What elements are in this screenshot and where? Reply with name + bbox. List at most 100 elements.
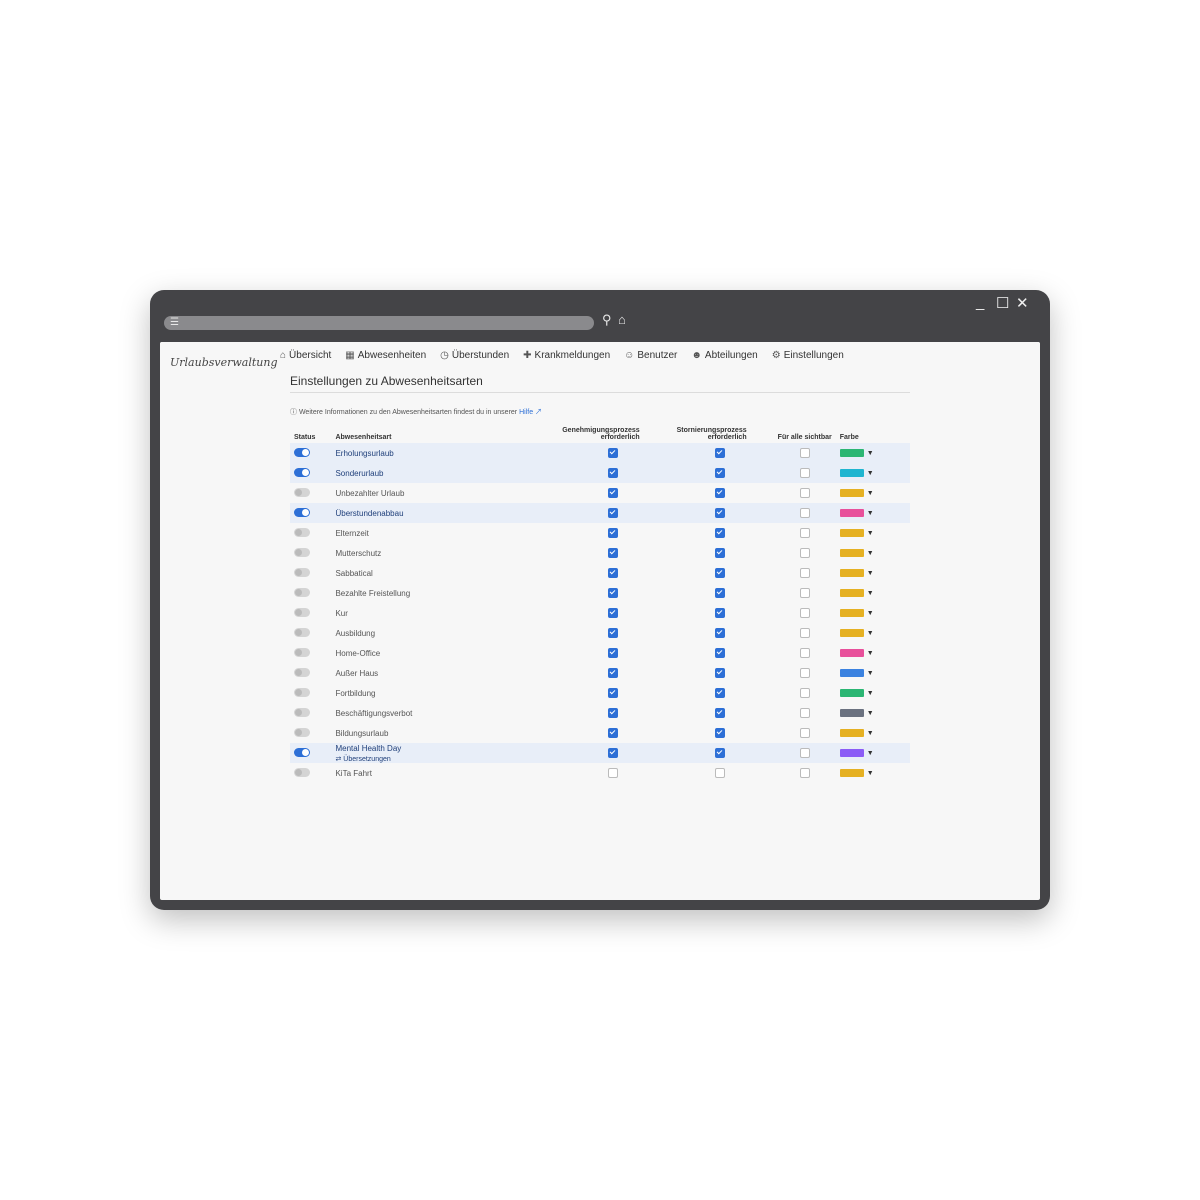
- home-icon[interactable]: ⌂: [618, 312, 626, 327]
- nav-item-3[interactable]: ✚ Krankmeldungen: [523, 350, 610, 361]
- approval-checkbox[interactable]: [607, 448, 618, 458]
- approval-checkbox[interactable]: [607, 608, 618, 618]
- color-swatch[interactable]: [839, 609, 864, 618]
- cancellation-checkbox[interactable]: [714, 448, 725, 458]
- visible-checkbox[interactable]: [799, 608, 810, 618]
- chevron-down-icon[interactable]: ▼: [867, 710, 874, 717]
- chevron-down-icon[interactable]: ▼: [867, 590, 874, 597]
- visible-checkbox[interactable]: [799, 648, 810, 658]
- cancellation-checkbox[interactable]: [714, 768, 725, 778]
- color-swatch[interactable]: [839, 469, 864, 478]
- maximize-button[interactable]: ☐: [996, 294, 1009, 312]
- cancellation-checkbox[interactable]: [714, 688, 725, 698]
- search-icon[interactable]: ⚲: [602, 312, 612, 328]
- visible-checkbox[interactable]: [799, 488, 810, 498]
- visible-checkbox[interactable]: [799, 508, 810, 518]
- status-toggle[interactable]: [294, 467, 310, 477]
- status-toggle[interactable]: [294, 527, 310, 537]
- status-toggle[interactable]: [294, 547, 310, 557]
- cancellation-checkbox[interactable]: [714, 648, 725, 658]
- visible-checkbox[interactable]: [799, 708, 810, 718]
- chevron-down-icon[interactable]: ▼: [867, 550, 874, 557]
- visible-checkbox[interactable]: [799, 468, 810, 478]
- color-swatch[interactable]: [839, 629, 864, 638]
- chevron-down-icon[interactable]: ▼: [867, 730, 874, 737]
- color-swatch[interactable]: [839, 729, 864, 738]
- status-toggle[interactable]: [294, 727, 310, 737]
- chevron-down-icon[interactable]: ▼: [867, 650, 874, 657]
- chevron-down-icon[interactable]: ▼: [867, 670, 874, 677]
- cancellation-checkbox[interactable]: [714, 488, 725, 498]
- chevron-down-icon[interactable]: ▼: [867, 470, 874, 477]
- status-toggle[interactable]: [294, 767, 310, 777]
- nav-item-5[interactable]: ☻ Abteilungen: [691, 350, 757, 361]
- settings-icon[interactable]: ☰: [170, 317, 179, 328]
- color-swatch[interactable]: [839, 509, 864, 518]
- approval-checkbox[interactable]: [607, 568, 618, 578]
- approval-checkbox[interactable]: [607, 748, 618, 758]
- color-swatch[interactable]: [839, 449, 864, 458]
- status-toggle[interactable]: [294, 487, 310, 497]
- chevron-down-icon[interactable]: ▼: [867, 770, 874, 777]
- color-swatch[interactable]: [839, 529, 864, 538]
- approval-checkbox[interactable]: [607, 688, 618, 698]
- color-swatch[interactable]: [839, 709, 864, 718]
- approval-checkbox[interactable]: [607, 588, 618, 598]
- cancellation-checkbox[interactable]: [714, 548, 725, 558]
- visible-checkbox[interactable]: [799, 528, 810, 538]
- status-toggle[interactable]: [294, 507, 310, 517]
- status-toggle[interactable]: [294, 707, 310, 717]
- visible-checkbox[interactable]: [799, 448, 810, 458]
- cancellation-checkbox[interactable]: [714, 568, 725, 578]
- chevron-down-icon[interactable]: ▼: [867, 690, 874, 697]
- nav-item-0[interactable]: ⌂ Übersicht: [280, 350, 331, 361]
- approval-checkbox[interactable]: [607, 668, 618, 678]
- cancellation-checkbox[interactable]: [714, 588, 725, 598]
- approval-checkbox[interactable]: [607, 728, 618, 738]
- approval-checkbox[interactable]: [607, 528, 618, 538]
- chevron-down-icon[interactable]: ▼: [867, 530, 874, 537]
- visible-checkbox[interactable]: [799, 728, 810, 738]
- nav-item-6[interactable]: ⚙ Einstellungen: [772, 350, 844, 361]
- close-button[interactable]: ✕: [1016, 294, 1029, 312]
- approval-checkbox[interactable]: [607, 648, 618, 658]
- visible-checkbox[interactable]: [799, 688, 810, 698]
- approval-checkbox[interactable]: [607, 468, 618, 478]
- chevron-down-icon[interactable]: ▼: [867, 450, 874, 457]
- approval-checkbox[interactable]: [607, 768, 618, 778]
- chevron-down-icon[interactable]: ▼: [867, 610, 874, 617]
- nav-item-2[interactable]: ◷ Überstunden: [440, 350, 509, 361]
- color-swatch[interactable]: [839, 669, 864, 678]
- visible-checkbox[interactable]: [799, 588, 810, 598]
- visible-checkbox[interactable]: [799, 548, 810, 558]
- chevron-down-icon[interactable]: ▼: [867, 510, 874, 517]
- color-swatch[interactable]: [839, 489, 864, 498]
- nav-item-4[interactable]: ☺ Benutzer: [624, 350, 677, 361]
- chevron-down-icon[interactable]: ▼: [867, 750, 874, 757]
- status-toggle[interactable]: [294, 687, 310, 697]
- status-toggle[interactable]: [294, 607, 310, 617]
- address-bar[interactable]: ☰: [164, 316, 594, 330]
- status-toggle[interactable]: [294, 447, 310, 457]
- cancellation-checkbox[interactable]: [714, 468, 725, 478]
- visible-checkbox[interactable]: [799, 568, 810, 578]
- cancellation-checkbox[interactable]: [714, 628, 725, 638]
- color-swatch[interactable]: [839, 749, 864, 758]
- cancellation-checkbox[interactable]: [714, 748, 725, 758]
- color-swatch[interactable]: [839, 549, 864, 558]
- status-toggle[interactable]: [294, 667, 310, 677]
- approval-checkbox[interactable]: [607, 628, 618, 638]
- status-toggle[interactable]: [294, 627, 310, 637]
- color-swatch[interactable]: [839, 589, 864, 598]
- color-swatch[interactable]: [839, 689, 864, 698]
- minimize-button[interactable]: _: [976, 294, 984, 311]
- cancellation-checkbox[interactable]: [714, 528, 725, 538]
- cancellation-checkbox[interactable]: [714, 728, 725, 738]
- approval-checkbox[interactable]: [607, 488, 618, 498]
- cancellation-checkbox[interactable]: [714, 708, 725, 718]
- status-toggle[interactable]: [294, 747, 310, 757]
- visible-checkbox[interactable]: [799, 628, 810, 638]
- chevron-down-icon[interactable]: ▼: [867, 570, 874, 577]
- visible-checkbox[interactable]: [799, 668, 810, 678]
- translations-link[interactable]: ⇄ Übersetzungen: [335, 755, 532, 763]
